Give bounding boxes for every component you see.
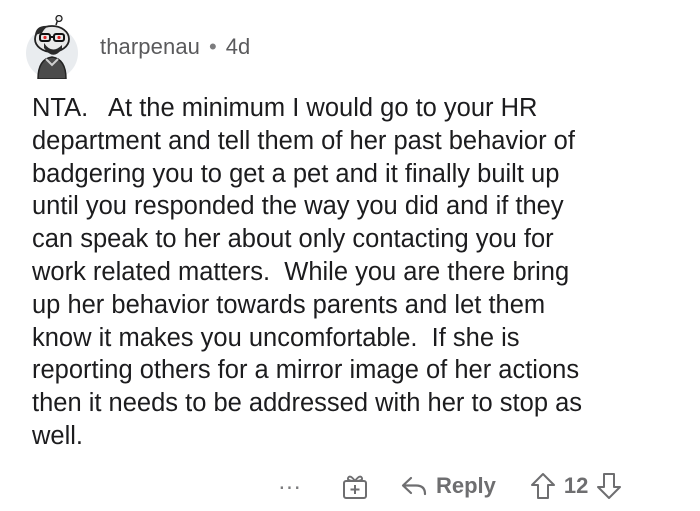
avatar-illustration-icon — [26, 15, 78, 79]
comment-card: tharpenau • 4d NTA. At the minimum I wou… — [0, 0, 700, 511]
upvote-arrow-icon[interactable] — [530, 472, 556, 500]
comment-actions: ... Reply 12 — [270, 466, 622, 506]
meta-separator: • — [209, 34, 217, 59]
reply-button[interactable]: Reply — [400, 473, 496, 499]
comment-age: 4d — [225, 34, 251, 59]
gift-box-icon[interactable] — [340, 471, 370, 501]
user-avatar[interactable] — [22, 15, 82, 79]
username-link[interactable]: tharpenau — [100, 34, 200, 60]
comment-body: NTA. At the minimum I would go to your H… — [32, 94, 583, 450]
reply-label: Reply — [436, 473, 496, 498]
more-options-button[interactable]: ... — [270, 470, 310, 494]
downvote-arrow-icon[interactable] — [596, 472, 622, 500]
vote-score: 12 — [563, 473, 589, 498]
reply-arrow-icon — [401, 476, 427, 496]
comment-header: tharpenau • 4d — [22, 12, 250, 82]
vote-controls: 12 — [530, 472, 622, 500]
